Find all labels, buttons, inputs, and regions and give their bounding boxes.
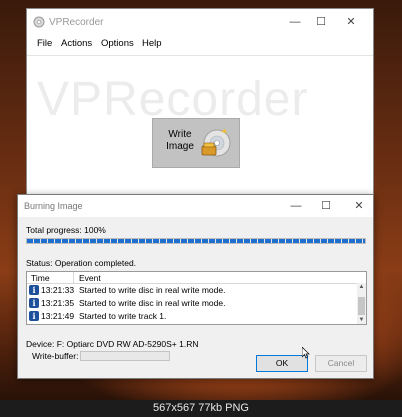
- info-icon: i: [29, 298, 39, 308]
- write-image-button[interactable]: Write Image: [152, 118, 240, 168]
- dialog-minimize-button[interactable]: —: [286, 197, 306, 215]
- maximize-button[interactable]: ☐: [311, 13, 331, 31]
- info-icon: i: [29, 285, 39, 295]
- scroll-down-arrow-icon[interactable]: ▼: [357, 316, 366, 324]
- disc-burn-icon: [201, 129, 231, 157]
- dialog-title: Burning Image: [24, 201, 83, 211]
- close-button[interactable]: ✕: [341, 13, 361, 31]
- menu-bar: File Actions Options Help: [27, 35, 373, 53]
- dialog-close-button[interactable]: ✕: [349, 197, 369, 215]
- log-row[interactable]: i 13:21:35 Started to write disc in real…: [29, 297, 355, 309]
- progress-bar: [26, 238, 366, 244]
- write-buffer-label: Write-buffer:: [32, 351, 79, 361]
- scroll-up-arrow-icon[interactable]: ▲: [357, 283, 366, 291]
- mouse-cursor-icon: [302, 347, 310, 359]
- dialog-maximize-button[interactable]: ☐: [316, 197, 336, 215]
- minimize-button[interactable]: —: [285, 13, 305, 31]
- menu-file[interactable]: File: [37, 38, 52, 49]
- device-label: Device: F: Optiarc DVD RW AD-5290S+ 1.RN: [26, 339, 199, 349]
- log-row[interactable]: i 13:21:49 Started to write track 1.: [29, 310, 355, 322]
- log-row[interactable]: i 13:21:33 Started to write disc in real…: [29, 284, 355, 296]
- write-buffer-bar: [80, 351, 170, 361]
- total-progress-label: Total progress: 100%: [26, 225, 106, 235]
- status-text: Status: Operation completed.: [26, 258, 137, 268]
- menu-options[interactable]: Options: [101, 38, 134, 49]
- app-icon: [33, 16, 45, 28]
- cancel-button[interactable]: Cancel: [315, 355, 367, 372]
- menu-help[interactable]: Help: [142, 38, 162, 49]
- burning-image-dialog: Burning Image — ☐ ✕ Total progress: 100%…: [17, 194, 374, 379]
- info-icon: i: [29, 311, 39, 321]
- column-header-time[interactable]: Time: [31, 273, 50, 283]
- log-event: Started to write disc in real write mode…: [79, 285, 226, 295]
- log-time: 13:21:33: [41, 285, 75, 295]
- log-time: 13:21:49: [41, 311, 75, 321]
- log-event: Started to write disc in real write mode…: [79, 298, 226, 308]
- ok-button[interactable]: OK: [256, 355, 308, 372]
- log-header: Time Event: [27, 272, 366, 284]
- event-log-list[interactable]: Time Event i 13:21:33 Started to write d…: [26, 271, 367, 325]
- column-divider[interactable]: [73, 272, 74, 283]
- progress-bar-fill: [27, 239, 365, 243]
- log-event: Started to write track 1.: [79, 311, 167, 321]
- title-bar[interactable]: VPRecorder — ☐ ✕: [27, 9, 373, 35]
- write-image-label: Write Image: [166, 129, 194, 152]
- window-title: VPRecorder: [49, 17, 104, 28]
- column-header-event[interactable]: Event: [79, 273, 101, 283]
- log-scrollbar[interactable]: ▲ ▼: [357, 283, 366, 324]
- log-time: 13:21:35: [41, 298, 75, 308]
- scroll-thumb[interactable]: [358, 297, 365, 315]
- menu-actions[interactable]: Actions: [61, 38, 92, 49]
- image-caption: 567x567 77kb PNG: [0, 400, 402, 417]
- dialog-title-bar[interactable]: Burning Image — ☐ ✕: [18, 195, 373, 217]
